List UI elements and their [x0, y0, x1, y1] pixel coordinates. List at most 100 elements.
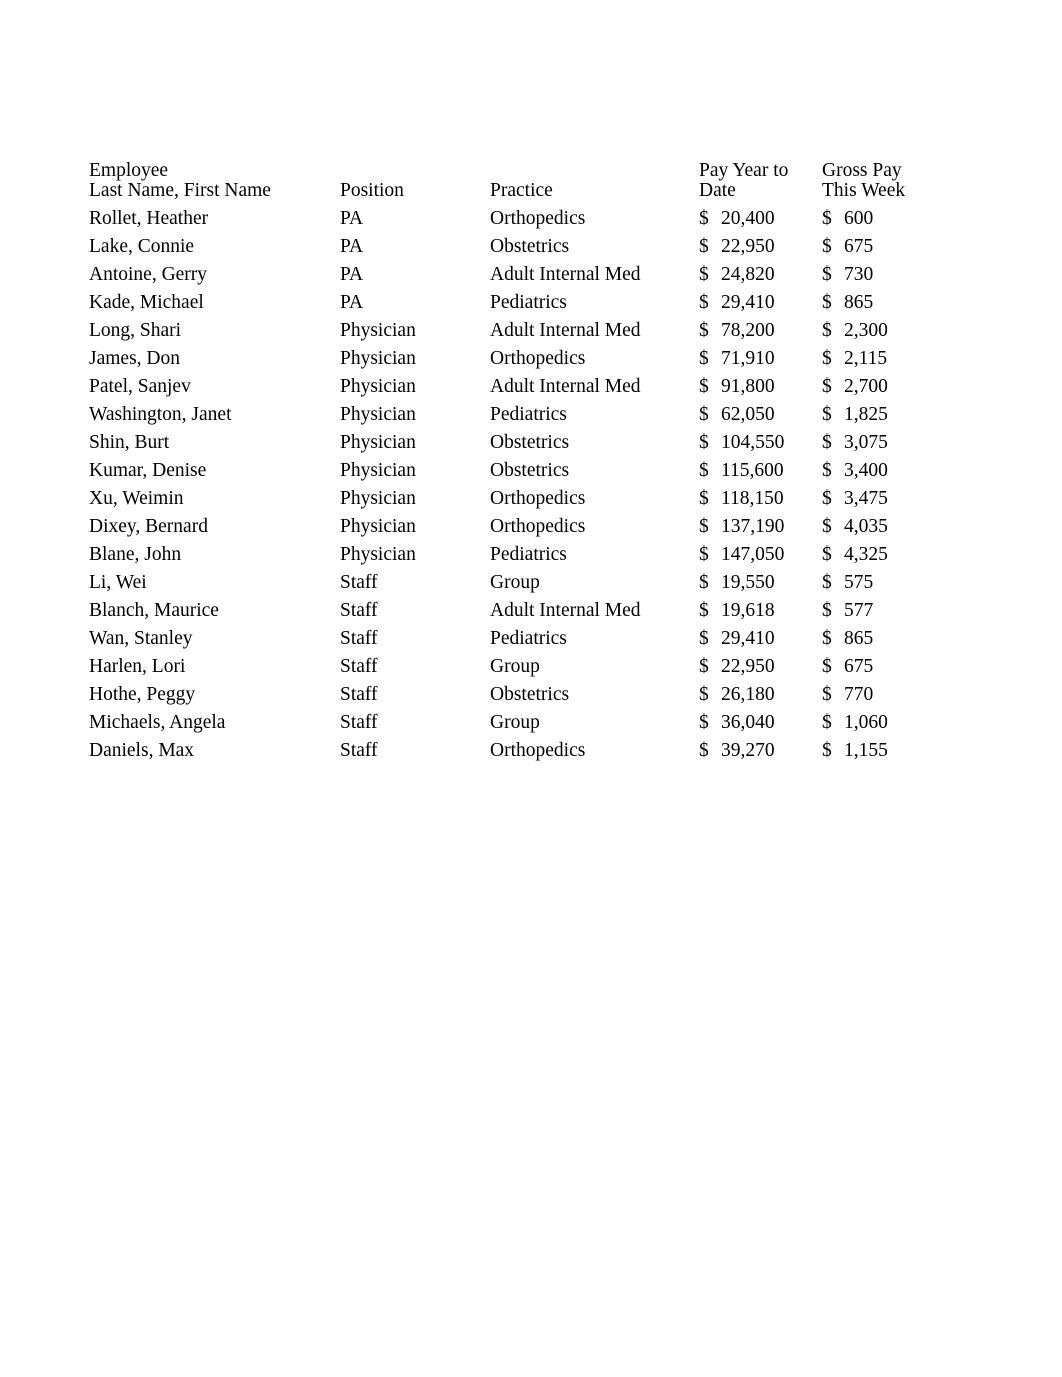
table-row: Rollet, Heather PA Orthopedics $20,400 $600 [89, 200, 948, 228]
cell-employee-name: Blane, John [89, 543, 182, 565]
cell-gross-pay-value: 3,475 [844, 487, 888, 509]
cell-practice: Group [490, 571, 540, 593]
cell-gross-pay-value: 2,300 [844, 319, 888, 341]
cell-gross-pay-currency-symbol: $ [822, 459, 832, 481]
cell-practice: Group [490, 711, 540, 733]
cell-gross-pay-value: 2,700 [844, 375, 888, 397]
cell-gross-pay-currency-symbol: $ [822, 263, 832, 285]
table-row: Daniels, Max Staff Orthopedics $39,270 $1,15… [89, 732, 948, 760]
cell-gross-pay-value: 600 [844, 207, 874, 229]
table-body: Rollet, Heather PA Orthopedics $20,400 $600 L… [89, 200, 948, 760]
cell-gross-pay-currency-symbol: $ [822, 655, 832, 677]
header-practice-spacer [490, 161, 699, 181]
cell-gross-pay-value: 1,060 [844, 711, 888, 733]
table-row: Michaels, Angela Staff Group $36,040 $1,060 [89, 704, 948, 732]
cell-gross-pay-value: 770 [844, 683, 874, 705]
cell-pay-ytd-value: 19,618 [721, 599, 775, 621]
cell-gross-pay-currency-symbol: $ [822, 739, 832, 761]
table-row: Wan, Stanley Staff Pediatrics $29,410 $865 [89, 620, 948, 648]
table-row: Xu, Weimin Physician Orthopedics $118,150 $3… [89, 480, 948, 508]
cell-gross-pay-value: 4,325 [844, 543, 888, 565]
cell-pay-ytd-value: 62,050 [721, 403, 775, 425]
table-row: Patel, Sanjev Physician Adult Internal Med… [89, 368, 948, 396]
cell-position: Physician [340, 543, 416, 565]
table-row: Long, Shari Physician Adult Internal Med $7… [89, 312, 948, 340]
cell-pay-ytd-value: 22,950 [721, 235, 775, 257]
cell-pay-ytd-value: 20,400 [721, 207, 775, 229]
cell-practice: Adult Internal Med [490, 375, 641, 397]
cell-employee-name: Shin, Burt [89, 431, 170, 453]
cell-pay-ytd-currency-symbol: $ [699, 515, 709, 537]
cell-pay-ytd-currency-symbol: $ [699, 375, 709, 397]
cell-gross-pay-currency-symbol: $ [822, 207, 832, 229]
cell-pay-ytd-value: 118,150 [721, 487, 784, 509]
cell-gross-pay-value: 1,825 [844, 403, 888, 425]
table-row: Harlen, Lori Staff Group $22,950 $675 [89, 648, 948, 676]
cell-practice: Adult Internal Med [490, 319, 641, 341]
table-row: Kumar, Denise Physician Obstetrics $115,600… [89, 452, 948, 480]
cell-pay-ytd-currency-symbol: $ [699, 543, 709, 565]
cell-pay-ytd-currency-symbol: $ [699, 487, 709, 509]
cell-gross-pay-value: 865 [844, 627, 874, 649]
cell-position: Physician [340, 319, 416, 341]
cell-gross-pay-currency-symbol: $ [822, 711, 832, 733]
cell-gross-pay-value: 675 [844, 235, 874, 257]
cell-pay-ytd-currency-symbol: $ [699, 291, 709, 313]
cell-position: PA [340, 235, 364, 257]
header-pay-ytd-line2: Date [699, 179, 736, 201]
cell-gross-pay-currency-symbol: $ [822, 599, 832, 621]
table-row: Shin, Burt Physician Obstetrics $104,550 $3,… [89, 424, 948, 452]
header-employee-line2: Last Name, First Name [89, 179, 271, 201]
cell-position: PA [340, 291, 364, 313]
cell-pay-ytd-currency-symbol: $ [699, 655, 709, 677]
cell-pay-ytd-currency-symbol: $ [699, 431, 709, 453]
cell-pay-ytd-value: 71,910 [721, 347, 775, 369]
cell-gross-pay-currency-symbol: $ [822, 515, 832, 537]
table-row: Kade, Michael PA Pediatrics $29,410 $865 [89, 284, 948, 312]
cell-gross-pay-currency-symbol: $ [822, 347, 832, 369]
cell-employee-name: Dixey, Bernard [89, 515, 208, 537]
cell-gross-pay-value: 865 [844, 291, 874, 313]
table-row: James, Don Physician Orthopedics $71,910 $2,… [89, 340, 948, 368]
cell-employee-name: Washington, Janet [89, 403, 232, 425]
cell-gross-pay-currency-symbol: $ [822, 375, 832, 397]
cell-pay-ytd-value: 39,270 [721, 739, 775, 761]
table-row: Hothe, Peggy Staff Obstetrics $26,180 $770 [89, 676, 948, 704]
cell-pay-ytd-value: 26,180 [721, 683, 775, 705]
cell-practice: Obstetrics [490, 235, 570, 257]
cell-gross-pay-value: 3,075 [844, 431, 888, 453]
cell-pay-ytd-value: 36,040 [721, 711, 775, 733]
cell-gross-pay-currency-symbol: $ [822, 683, 832, 705]
cell-practice: Orthopedics [490, 515, 586, 537]
cell-employee-name: Wan, Stanley [89, 627, 193, 649]
cell-employee-name: Xu, Weimin [89, 487, 184, 509]
cell-position: Physician [340, 459, 416, 481]
header-row-top: Employee Pay Year to Gross Pay [89, 161, 948, 181]
table-row: Lake, Connie PA Obstetrics $22,950 $675 [89, 228, 948, 256]
header-practice: Practice [490, 179, 553, 201]
cell-position: Staff [340, 711, 378, 733]
cell-employee-name: Michaels, Angela [89, 711, 226, 733]
cell-practice: Adult Internal Med [490, 599, 641, 621]
header-employee-line1: Employee [89, 160, 169, 181]
cell-gross-pay-currency-symbol: $ [822, 487, 832, 509]
table-row: Blane, John Physician Pediatrics $147,050 $4… [89, 536, 948, 564]
cell-position: Physician [340, 515, 416, 537]
cell-gross-pay-currency-symbol: $ [822, 291, 832, 313]
cell-pay-ytd-currency-symbol: $ [699, 599, 709, 621]
cell-pay-ytd-value: 115,600 [721, 459, 784, 481]
cell-pay-ytd-value: 78,200 [721, 319, 775, 341]
cell-gross-pay-value: 730 [844, 263, 874, 285]
cell-employee-name: Harlen, Lori [89, 655, 186, 677]
cell-pay-ytd-value: 24,820 [721, 263, 775, 285]
cell-position: Staff [340, 739, 378, 761]
cell-gross-pay-currency-symbol: $ [822, 319, 832, 341]
cell-position: Physician [340, 487, 416, 509]
cell-pay-ytd-value: 104,550 [721, 431, 785, 453]
cell-employee-name: Hothe, Peggy [89, 683, 196, 705]
cell-employee-name: Long, Shari [89, 319, 182, 341]
cell-pay-ytd-value: 29,410 [721, 627, 775, 649]
cell-gross-pay-currency-symbol: $ [822, 431, 832, 453]
cell-practice: Pediatrics [490, 291, 567, 313]
cell-pay-ytd-value: 22,950 [721, 655, 775, 677]
